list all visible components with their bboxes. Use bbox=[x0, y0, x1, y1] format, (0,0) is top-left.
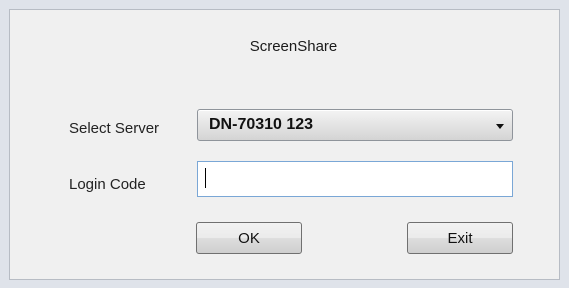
server-select[interactable]: DN-70310 123 bbox=[197, 109, 513, 141]
dialog-title: ScreenShare bbox=[249, 38, 338, 55]
exit-button[interactable]: Exit bbox=[407, 222, 513, 254]
login-code-label: Login Code bbox=[69, 176, 146, 193]
dialog-body: ScreenShare Select Server DN-70310 123 L… bbox=[9, 9, 560, 280]
server-select-value: DN-70310 123 bbox=[209, 116, 314, 133]
chevron-down-icon[interactable] bbox=[496, 124, 504, 129]
screenshare-dialog: ScreenShare Select Server DN-70310 123 L… bbox=[0, 0, 569, 288]
ok-button[interactable]: OK bbox=[196, 222, 302, 254]
select-server-label: Select Server bbox=[69, 120, 160, 137]
login-code-input[interactable] bbox=[197, 161, 513, 197]
text-caret bbox=[205, 168, 206, 188]
